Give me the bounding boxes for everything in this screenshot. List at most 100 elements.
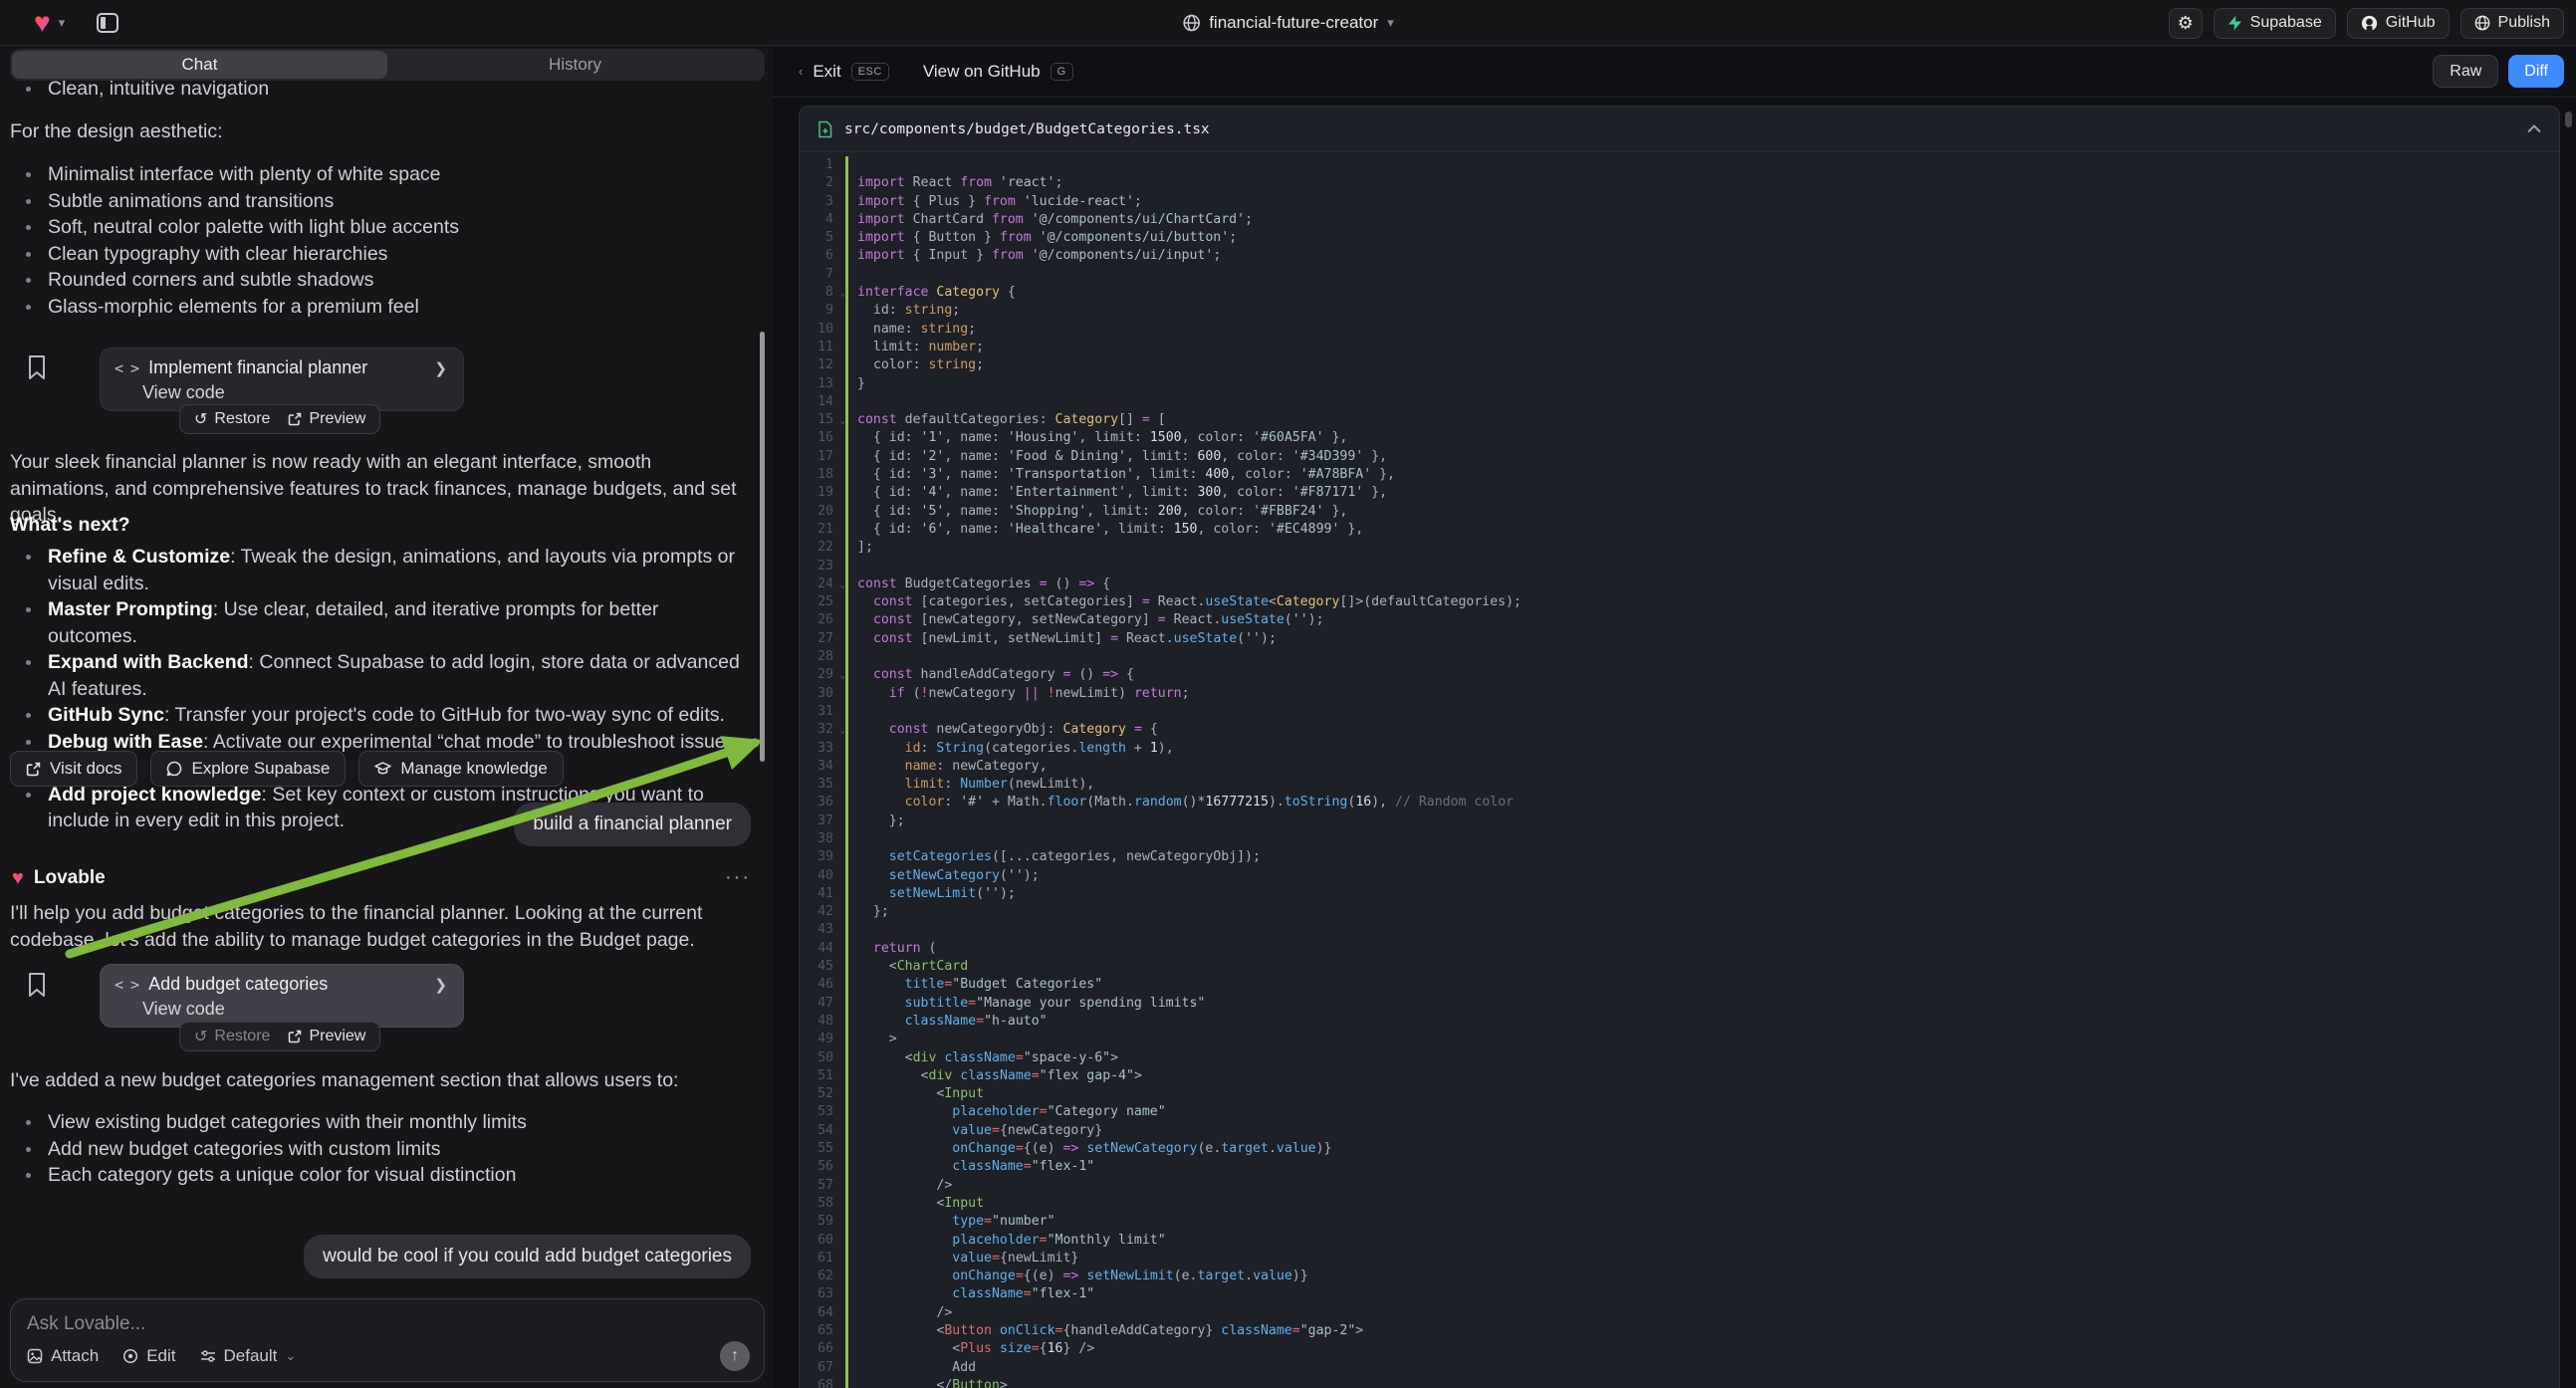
preview-button[interactable]: Preview (288, 1028, 365, 1045)
chevron-down-icon[interactable]: ▾ (59, 15, 66, 31)
line-number: 45 (800, 958, 845, 976)
chevron-left-icon[interactable]: ‹ (799, 64, 803, 79)
restore-button[interactable]: ↺Restore (194, 1027, 270, 1046)
view-on-github-link[interactable]: View on GitHub (923, 62, 1041, 82)
message-options-button[interactable]: ··· (725, 866, 751, 889)
code-text (845, 648, 865, 666)
g-key-badge: G (1051, 63, 1073, 81)
line-number: 11 (800, 339, 845, 356)
supabase-button[interactable]: Supabase (2214, 8, 2336, 39)
code-line: 13} (800, 375, 2559, 393)
restore-icon: ↺ (194, 409, 207, 429)
code-line: 2import React from 'react'; (800, 174, 2559, 192)
line-number: 67 (800, 1359, 845, 1377)
fold-chevron-icon[interactable]: ⌄ (840, 285, 845, 303)
fold-chevron-icon[interactable]: ⌄ (840, 722, 845, 740)
chevron-up-icon[interactable] (2527, 124, 2541, 133)
project-switcher[interactable]: financial-future-creator ▾ (1182, 0, 1394, 46)
code-line: 63 className="flex-1" (800, 1285, 2559, 1303)
code-text: const [categories, setCategories] = Reac… (845, 593, 1522, 611)
code-line: 15⌄const defaultCategories: Category[] =… (800, 411, 2559, 429)
bookmark-icon[interactable] (26, 354, 48, 380)
code-scrollbar[interactable] (2565, 112, 2572, 127)
code-line: 59 type="number" (800, 1213, 2559, 1231)
file-header[interactable]: src/components/budget/BudgetCategories.t… (800, 107, 2559, 152)
version-card-add-budget-categories[interactable]: < > Add budget categories ❯ View code (100, 964, 464, 1028)
tab-history[interactable]: History (387, 51, 763, 79)
code-text: </Button> (845, 1377, 1008, 1388)
code-line: 8⌄interface Category { (800, 284, 2559, 302)
added-paragraph: I've added a new budget categories manag… (10, 1067, 743, 1094)
model-selector[interactable]: Default ⌄ (200, 1346, 297, 1366)
diff-button[interactable]: Diff (2508, 55, 2564, 88)
bookmark-icon[interactable] (26, 972, 48, 998)
line-number: 66 (800, 1340, 845, 1358)
code-text: id: string; (845, 302, 960, 320)
chat-scrollbar[interactable] (760, 332, 765, 762)
code-line: 29⌄ const handleAddCategory = () => { (800, 666, 2559, 684)
publish-button[interactable]: Publish (2460, 8, 2564, 39)
line-number: 65 (800, 1322, 845, 1340)
line-number: 61 (800, 1250, 845, 1268)
line-number: 22 (800, 539, 845, 557)
version-card-toolbar: ↺Restore Preview (179, 404, 380, 434)
code-line: 51 <div className="flex gap-4"> (800, 1067, 2559, 1085)
code-text: id: String(categories.length + 1), (845, 740, 1174, 758)
exit-button[interactable]: Exit (813, 62, 840, 82)
code-text: placeholder="Monthly limit" (845, 1232, 1166, 1250)
explore-supabase-button[interactable]: Explore Supabase (150, 751, 346, 787)
send-button[interactable]: ↑ (720, 1341, 750, 1371)
code-line: 28 (800, 648, 2559, 666)
design-bullet-list: Minimalist interface with plenty of whit… (10, 161, 743, 320)
chevron-right-icon[interactable]: ❯ (434, 359, 447, 377)
lovable-logo-icon[interactable]: ♥ (34, 9, 51, 37)
code-text: color: string; (845, 356, 984, 374)
fold-chevron-icon[interactable]: ⌄ (840, 667, 845, 685)
code-line: 31 (800, 703, 2559, 721)
line-number: 44 (800, 940, 845, 958)
tab-chat[interactable]: Chat (12, 51, 387, 79)
toggle-sidebar-button[interactable] (91, 6, 124, 40)
code-line: 47 subtitle="Manage your spending limits… (800, 995, 2559, 1013)
prompt-input-box[interactable]: Ask Lovable... Attach Edit Default ⌄ ↑ (10, 1298, 765, 1382)
github-button[interactable]: GitHub (2347, 8, 2450, 39)
bullet-item: Glass-morphic elements for a premium fee… (10, 294, 743, 321)
line-number: 52 (800, 1085, 845, 1103)
line-number: 28 (800, 648, 845, 666)
code-text: subtitle="Manage your spending limits" (845, 995, 1205, 1013)
line-number: 38 (800, 830, 845, 848)
version-card-implement-financial-planner[interactable]: < > Implement financial planner ❯ View c… (100, 347, 464, 411)
line-number: 5 (800, 229, 845, 247)
restore-button[interactable]: ↺Restore (194, 409, 270, 429)
chat-input[interactable]: Ask Lovable... (27, 1313, 748, 1335)
view-code-link[interactable]: View code (115, 382, 447, 403)
visit-docs-button[interactable]: Visit docs (10, 751, 137, 787)
code-text: interface Category { (845, 284, 1016, 302)
line-number: 25 (800, 593, 845, 611)
line-number: 43 (800, 921, 845, 939)
line-number: 21 (800, 521, 845, 539)
line-number: 7 (800, 266, 845, 284)
line-number: 33 (800, 740, 845, 758)
chevron-right-icon[interactable]: ❯ (434, 976, 447, 994)
code-line: 50 <div className="space-y-6"> (800, 1049, 2559, 1067)
code-line: 35 limit: Number(newLimit), (800, 776, 2559, 794)
attach-button[interactable]: Attach (27, 1346, 99, 1366)
view-code-link[interactable]: View code (115, 999, 447, 1020)
manage-knowledge-button[interactable]: Manage knowledge (358, 751, 563, 787)
code-line: 54 value={newCategory} (800, 1122, 2559, 1140)
edit-button[interactable]: Edit (122, 1346, 175, 1366)
settings-button[interactable]: ⚙ (2169, 8, 2203, 39)
code-line: 33 id: String(categories.length + 1), (800, 740, 2559, 758)
code-text: import { Plus } from 'lucide-react'; (845, 193, 1142, 211)
code-text: import ChartCard from '@/components/ui/C… (845, 211, 1253, 229)
raw-button[interactable]: Raw (2433, 55, 2498, 88)
code-text: return ( (845, 940, 936, 958)
version-title: Implement financial planner (148, 357, 367, 378)
preview-button[interactable]: Preview (288, 410, 365, 428)
fold-chevron-icon[interactable]: ⌄ (840, 412, 845, 430)
code-line: 44 return ( (800, 940, 2559, 958)
fold-chevron-icon[interactable]: ⌄ (840, 577, 845, 594)
line-number: 24⌄ (800, 576, 845, 593)
chat-bubble-icon (166, 761, 182, 777)
